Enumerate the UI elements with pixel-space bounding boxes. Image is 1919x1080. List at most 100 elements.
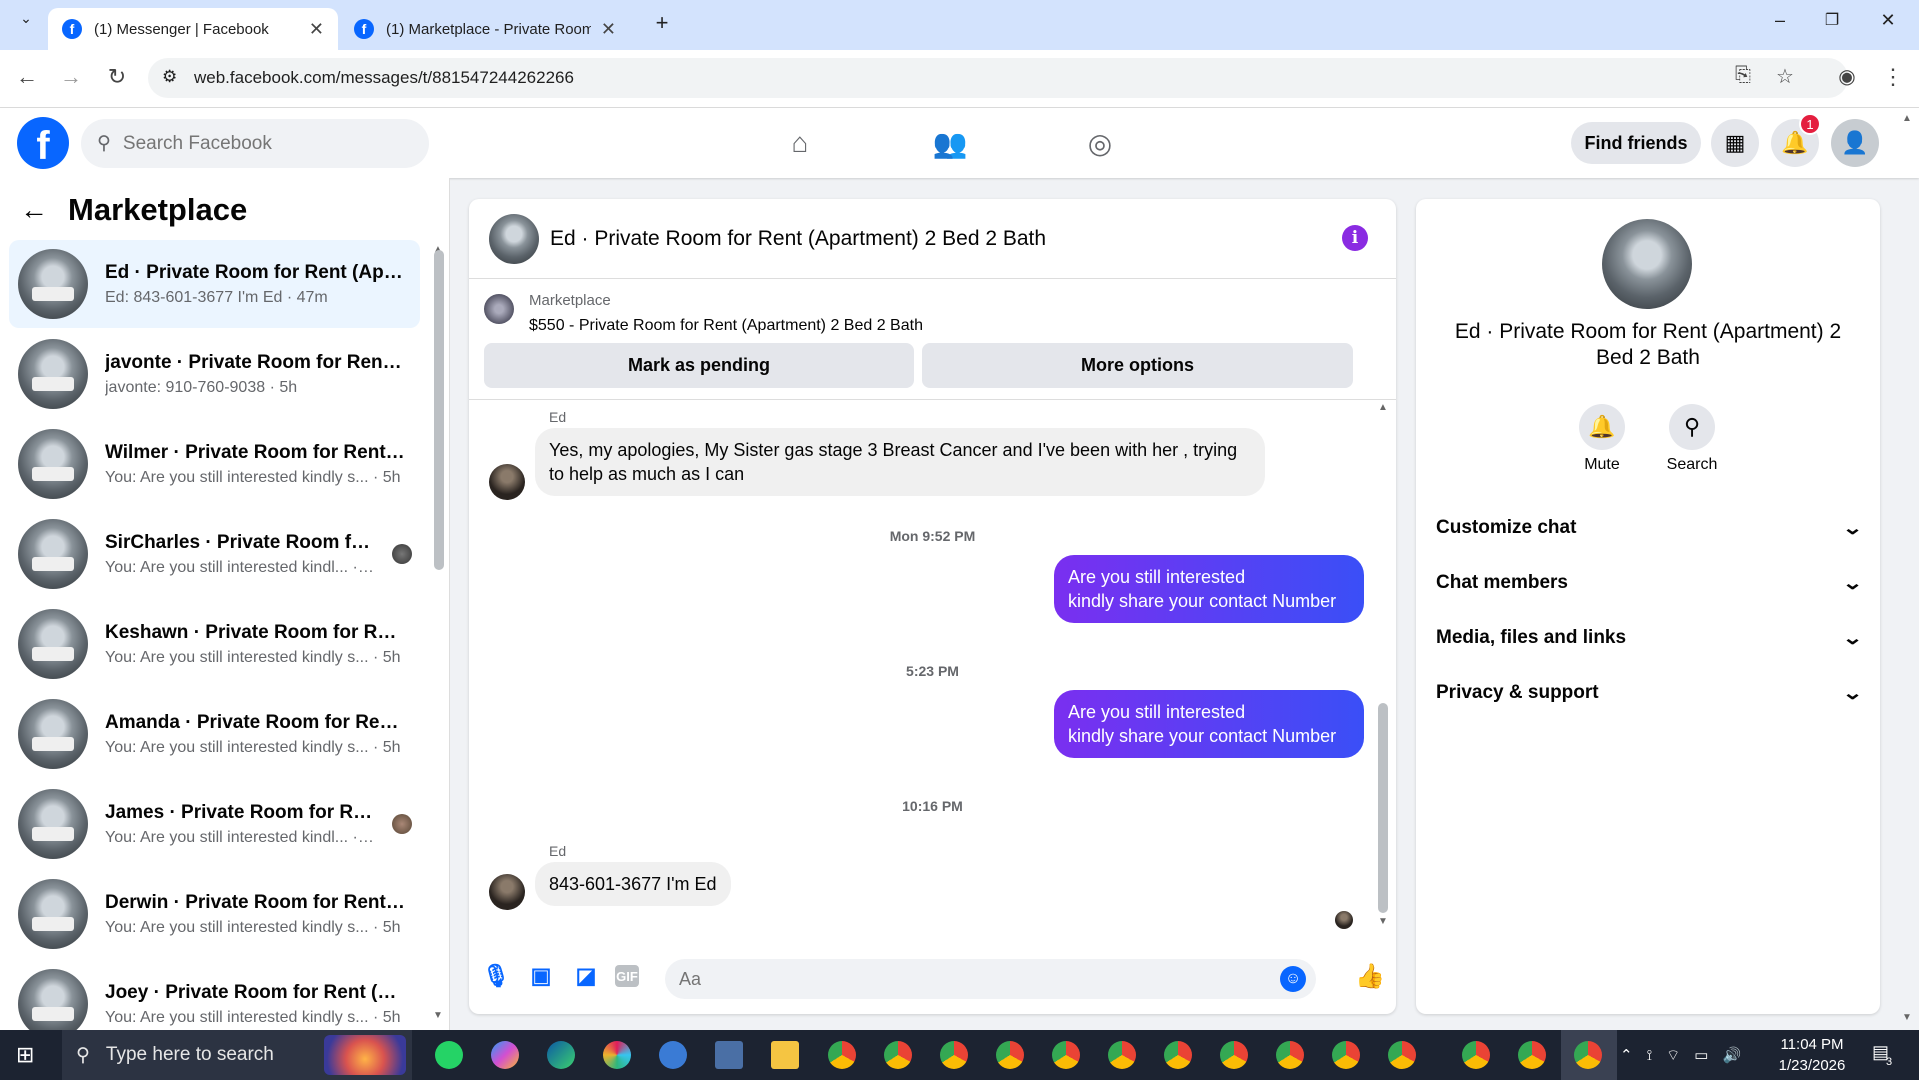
file-explorer-icon[interactable]: [771, 1041, 799, 1069]
listing-thumbnail: [18, 609, 88, 679]
info-icon[interactable]: i: [1342, 225, 1368, 251]
media-files-links-section[interactable]: Media, files and links ⌄: [1436, 616, 1863, 660]
url-field[interactable]: ⚙ web.facebook.com/messages/t/8815472442…: [148, 58, 1848, 98]
close-tab-icon[interactable]: ✕: [309, 19, 324, 40]
home-icon[interactable]: ⌂: [770, 122, 830, 164]
restore-icon[interactable]: ❐: [1812, 10, 1852, 30]
scroll-down-icon[interactable]: ▼: [433, 1010, 443, 1021]
chrome-icon[interactable]: [884, 1041, 912, 1069]
wifi-icon[interactable]: ⌔: [1666, 1046, 1680, 1065]
message-input[interactable]: [679, 968, 1259, 990]
search-button[interactable]: ⚲ Search: [1657, 404, 1727, 474]
menu-icon[interactable]: ⋮: [1878, 64, 1908, 90]
mute-button[interactable]: 🔔 Mute: [1567, 404, 1637, 474]
message-input-box[interactable]: ☺: [665, 959, 1316, 999]
scroll-up-icon[interactable]: ▲: [1378, 402, 1388, 413]
edge-icon[interactable]: [547, 1041, 575, 1069]
microphone-icon[interactable]: 🎙: [481, 961, 511, 991]
menu-grid-icon[interactable]: ▦: [1711, 119, 1759, 167]
outgoing-message[interactable]: Are you still interested kindly share yo…: [1054, 690, 1364, 758]
chat-members-section[interactable]: Chat members ⌄: [1436, 561, 1863, 605]
search-input[interactable]: [122, 132, 403, 155]
sender-name: Ed: [549, 843, 567, 859]
conversation-item[interactable]: James · Private Room for Rent... You: Are…: [9, 780, 420, 868]
copilot-icon[interactable]: [491, 1041, 519, 1069]
facebook-search[interactable]: ⚲: [81, 119, 429, 168]
app-icon[interactable]: [659, 1041, 687, 1069]
groups-icon[interactable]: ◎: [1070, 122, 1130, 164]
listing-title[interactable]: $550 - Private Room for Rent (Apartment)…: [529, 317, 923, 335]
chat-avatar[interactable]: [489, 213, 539, 264]
close-tab-icon[interactable]: ✕: [601, 19, 616, 40]
install-app-icon[interactable]: ⎘: [1728, 64, 1758, 87]
chrome-icon[interactable]: [1052, 1041, 1080, 1069]
slack-icon[interactable]: [603, 1041, 631, 1069]
chat-scrollbar[interactable]: [1378, 703, 1388, 913]
more-options-button[interactable]: More options: [922, 343, 1353, 388]
app-icon[interactable]: [715, 1041, 743, 1069]
thumbs-up-icon[interactable]: 👍: [1355, 961, 1385, 991]
conversation-item[interactable]: Amanda · Private Room for Rent... You: Ar…: [9, 690, 420, 778]
listing-thumbnail: [18, 879, 88, 949]
incoming-message[interactable]: Yes, my apologies, My Sister gas stage 3…: [535, 428, 1265, 496]
chrome-icon[interactable]: [828, 1041, 856, 1069]
conversation-item[interactable]: Ed · Private Room for Rent (Apar... Ed: 8…: [9, 240, 420, 328]
reload-icon[interactable]: ↻: [102, 64, 132, 90]
scroll-down-icon[interactable]: ▼: [1378, 916, 1388, 927]
conversation-item[interactable]: Keshawn · Private Room for Ren... You: Ar…: [9, 600, 420, 688]
account-avatar[interactable]: 👤: [1831, 119, 1879, 167]
bookmark-star-icon[interactable]: ☆: [1770, 64, 1800, 89]
minimize-icon[interactable]: –: [1760, 10, 1800, 31]
chevron-up-icon[interactable]: ⌃: [1620, 1046, 1633, 1064]
back-icon[interactable]: ←: [12, 64, 42, 90]
chrome-icon[interactable]: [1220, 1041, 1248, 1069]
conversation-item[interactable]: Joey · Private Room for Rent (Ap... You: …: [9, 960, 420, 1030]
facebook-logo-icon[interactable]: f: [17, 117, 69, 169]
chrome-icon[interactable]: [1462, 1041, 1490, 1069]
friends-icon[interactable]: 👥: [920, 122, 980, 164]
windows-start-icon[interactable]: ⊞: [16, 1042, 34, 1068]
gif-icon[interactable]: GIF: [615, 965, 639, 987]
back-arrow-icon[interactable]: ←: [20, 194, 48, 226]
tab-marketplace[interactable]: f (1) Marketplace - Private Room ✕: [340, 8, 630, 50]
page-scroll-down-icon[interactable]: ▼: [1902, 1012, 1912, 1023]
taskbar-search[interactable]: ⚲ Type here to search: [62, 1030, 412, 1080]
incoming-message[interactable]: 843-601-3677 I'm Ed: [535, 862, 731, 906]
sidebar-scrollbar[interactable]: [434, 250, 444, 570]
volume-icon[interactable]: 🔊: [1722, 1046, 1741, 1064]
chrome-icon[interactable]: [1164, 1041, 1192, 1069]
chrome-icon[interactable]: [1108, 1041, 1136, 1069]
conversation-item[interactable]: Wilmer · Private Room for Rent (... You: …: [9, 420, 420, 508]
chrome-icon[interactable]: [1332, 1041, 1360, 1069]
page-scroll-up-icon[interactable]: ▲: [1902, 113, 1912, 124]
photo-icon[interactable]: ▣: [526, 961, 556, 991]
chrome-icon[interactable]: [996, 1041, 1024, 1069]
chrome-icon[interactable]: [940, 1041, 968, 1069]
tab-search-icon[interactable]: ⌄: [6, 10, 46, 27]
chrome-icon[interactable]: [1276, 1041, 1304, 1069]
chrome-icon[interactable]: [1574, 1041, 1602, 1069]
customize-chat-section[interactable]: Customize chat ⌄: [1436, 506, 1863, 550]
chrome-icon[interactable]: [1518, 1041, 1546, 1069]
privacy-support-section[interactable]: Privacy & support ⌄: [1436, 671, 1863, 715]
new-tab-icon[interactable]: +: [642, 10, 682, 36]
conversation-item[interactable]: Derwin · Private Room for Rent (... You: …: [9, 870, 420, 958]
battery-icon[interactable]: ▭: [1694, 1046, 1708, 1064]
sticker-icon[interactable]: ◪: [571, 961, 601, 991]
clock[interactable]: 11:04 PM 1/23/2026: [1762, 1034, 1862, 1076]
whatsapp-icon[interactable]: [435, 1041, 463, 1069]
site-info-icon[interactable]: ⚙: [162, 67, 177, 87]
emoji-icon[interactable]: ☺: [1280, 966, 1306, 992]
close-window-icon[interactable]: ✕: [1868, 10, 1908, 31]
conversation-item[interactable]: SirCharles · Private Room for ... You: Ar…: [9, 510, 420, 598]
chrome-icon[interactable]: [1388, 1041, 1416, 1069]
network-icon[interactable]: ⟟: [1647, 1047, 1653, 1064]
mark-as-pending-button[interactable]: Mark as pending: [484, 343, 914, 388]
find-friends-button[interactable]: Find friends: [1571, 122, 1701, 164]
tab-messenger[interactable]: f (1) Messenger | Facebook ✕: [48, 8, 338, 50]
outgoing-message[interactable]: Are you still interested kindly share yo…: [1054, 555, 1364, 623]
chat-title[interactable]: Ed · Private Room for Rent (Apartment) 2…: [550, 227, 1046, 251]
conversation-item[interactable]: javonte · Private Room for Rent ... javon…: [9, 330, 420, 418]
forward-icon[interactable]: →: [56, 64, 86, 90]
profile-icon[interactable]: ◉: [1832, 64, 1862, 89]
